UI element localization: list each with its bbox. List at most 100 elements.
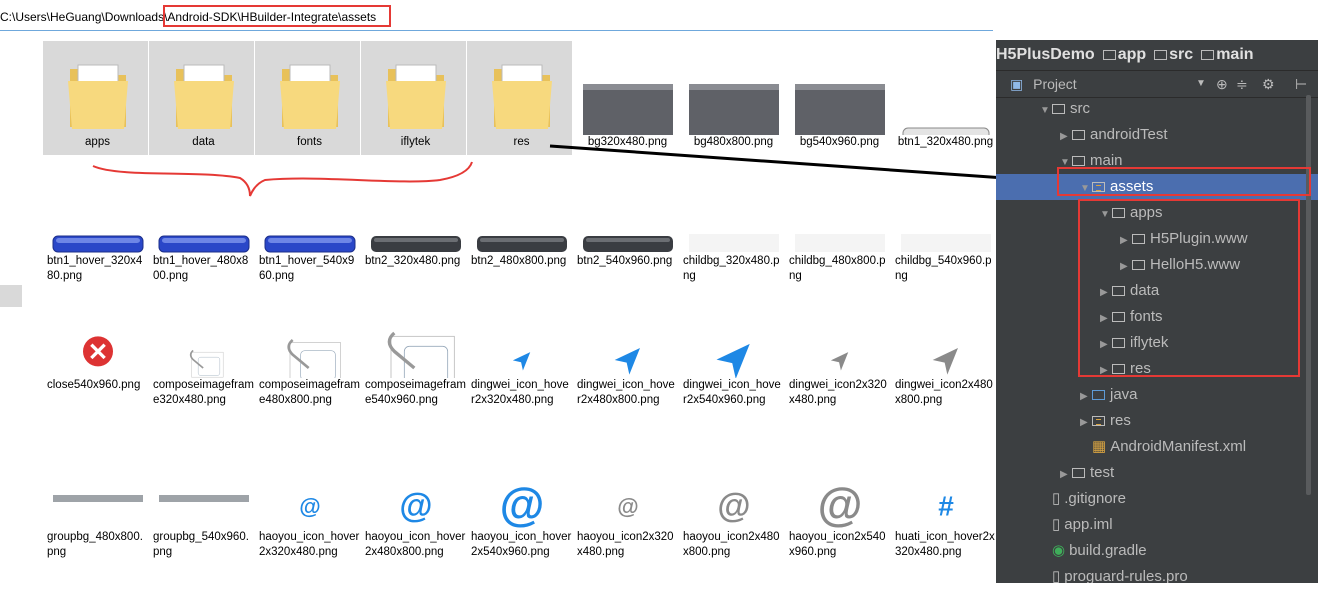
chevron-down-icon[interactable]: ▼ bbox=[1196, 71, 1206, 97]
tree-node[interactable]: ▯ .gitignore bbox=[996, 486, 1318, 512]
svg-text:@: @ bbox=[399, 487, 432, 525]
folder-icon bbox=[1154, 50, 1168, 60]
sync-icon[interactable]: ⊕ bbox=[1216, 71, 1228, 97]
tree-node[interactable]: ▯ app.iml bbox=[996, 512, 1318, 538]
svg-text:@: @ bbox=[817, 478, 862, 530]
file-label: close540x960.png bbox=[47, 379, 141, 391]
collapse-icon[interactable]: ≑ bbox=[1236, 71, 1248, 97]
tree-node[interactable]: ▦ AndroidManifest.xml bbox=[996, 434, 1318, 460]
file-item[interactable]: bg320x480.png bbox=[575, 51, 680, 150]
file-label: btn2_540x960.png bbox=[577, 255, 673, 267]
file-item[interactable]: childbg_320x480.png bbox=[681, 234, 786, 284]
file-item[interactable]: dingwei_icon_hover2x480x800.png bbox=[575, 328, 680, 408]
tree-node[interactable]: ◉ build.gradle bbox=[996, 538, 1318, 564]
image-thumbnail-icon bbox=[575, 234, 680, 254]
file-item[interactable]: @ haoyou_icon_hover2x320x480.png bbox=[257, 476, 362, 560]
file-item[interactable]: groupbg_540x960.png bbox=[151, 476, 256, 560]
file-item[interactable]: composeimageframe480x800.png bbox=[257, 328, 362, 408]
breadcrumb-item[interactable]: H5PlusDemo bbox=[996, 46, 1097, 63]
file-item[interactable]: dingwei_icon2x480x800.png bbox=[893, 328, 998, 408]
image-thumbnail-icon bbox=[151, 476, 256, 530]
collapsed-arrow-icon[interactable]: ▶ bbox=[1060, 462, 1072, 488]
folder-item[interactable]: data bbox=[151, 51, 256, 150]
tree-node-label: app.iml bbox=[1064, 516, 1113, 533]
folder-icon bbox=[151, 51, 256, 135]
image-thumbnail-icon bbox=[469, 328, 574, 378]
svg-text:@: @ bbox=[717, 487, 750, 525]
tree-node[interactable]: ▼ src bbox=[996, 96, 1318, 122]
tree-node[interactable]: ▶ java bbox=[996, 382, 1318, 408]
file-item[interactable]: childbg_540x960.png bbox=[893, 234, 998, 284]
source-folder-icon bbox=[1092, 390, 1105, 400]
tree-node[interactable]: ▶ androidTest bbox=[996, 122, 1318, 148]
file-label: haoyou_icon_hover2x480x800.png bbox=[365, 531, 466, 558]
file-label: groupbg_480x800.png bbox=[47, 531, 143, 558]
image-thumbnail-icon bbox=[893, 234, 998, 254]
image-thumbnail-icon bbox=[681, 51, 786, 135]
file-item[interactable]: dingwei_icon_hover2x540x960.png bbox=[681, 328, 786, 408]
file-item[interactable]: # huati_icon_hover2x320x480.png bbox=[893, 476, 998, 560]
file-item[interactable]: composeimageframe320x480.png bbox=[151, 328, 256, 408]
file-item[interactable]: bg480x800.png bbox=[681, 51, 786, 150]
file-item[interactable]: close540x960.png bbox=[45, 328, 150, 393]
file-item[interactable]: btn2_320x480.png bbox=[363, 234, 468, 269]
folder-item[interactable]: fonts bbox=[257, 51, 362, 150]
file-item[interactable]: composeimageframe540x960.png bbox=[363, 328, 468, 408]
folder-icon bbox=[1201, 50, 1215, 60]
svg-text:@: @ bbox=[499, 478, 544, 530]
gradle-icon: ◉ bbox=[1052, 542, 1066, 559]
folder-item[interactable]: iflytek bbox=[363, 51, 468, 150]
image-thumbnail-icon: @ bbox=[787, 476, 892, 530]
file-label: data bbox=[192, 136, 215, 148]
tree-node[interactable]: ▶ test bbox=[996, 460, 1318, 486]
file-item[interactable]: dingwei_icon2x320x480.png bbox=[787, 328, 892, 408]
image-thumbnail-icon bbox=[363, 234, 468, 254]
image-thumbnail-icon bbox=[151, 234, 256, 254]
file-label: haoyou_icon2x320x480.png bbox=[577, 531, 674, 558]
file-item[interactable]: bg540x960.png bbox=[787, 51, 892, 150]
project-view-select[interactable]: Project bbox=[1033, 76, 1077, 92]
file-item[interactable]: btn2_540x960.png bbox=[575, 234, 680, 269]
hide-panel-icon[interactable]: ⊢ bbox=[1295, 71, 1307, 97]
xml-file-icon: ▦ bbox=[1092, 438, 1107, 455]
file-label: haoyou_icon2x540x960.png bbox=[789, 531, 886, 558]
file-item[interactable]: @ haoyou_icon2x320x480.png bbox=[575, 476, 680, 560]
file-item[interactable]: btn1_320x480.png bbox=[893, 51, 998, 150]
file-item[interactable]: btn2_480x800.png bbox=[469, 234, 574, 269]
folder-item[interactable]: res bbox=[469, 51, 574, 150]
file-label: childbg_480x800.png bbox=[789, 255, 886, 282]
file-label: composeimageframe320x480.png bbox=[153, 379, 254, 406]
file-item[interactable]: @ haoyou_icon_hover2x480x800.png bbox=[363, 476, 468, 560]
file-item[interactable]: @ haoyou_icon2x540x960.png bbox=[787, 476, 892, 560]
expanded-arrow-icon[interactable]: ▼ bbox=[1040, 98, 1052, 124]
tree-node-label: .gitignore bbox=[1064, 490, 1126, 507]
address-bar[interactable]: C:\Users\HeGuang\Downloads\Android-SDK\H… bbox=[0, 5, 993, 27]
folder-icon bbox=[1072, 468, 1085, 478]
gear-icon[interactable]: ⚙ bbox=[1262, 71, 1275, 97]
file-item[interactable]: groupbg_480x800.png bbox=[45, 476, 150, 560]
image-thumbnail-icon bbox=[575, 51, 680, 135]
file-item[interactable]: @ haoyou_icon_hover2x540x960.png bbox=[469, 476, 574, 560]
collapsed-arrow-icon[interactable]: ▶ bbox=[1080, 384, 1092, 410]
tree-node-label: proguard-rules.pro bbox=[1064, 568, 1188, 583]
folder-item[interactable]: apps bbox=[45, 51, 150, 150]
file-item[interactable]: btn1_hover_320x480.png bbox=[45, 234, 150, 284]
assets-children-highlight-box bbox=[1078, 199, 1300, 377]
file-item[interactable]: childbg_480x800.png bbox=[787, 234, 892, 284]
tree-scrollbar[interactable] bbox=[1306, 95, 1311, 495]
file-item[interactable]: dingwei_icon_hover2x320x480.png bbox=[469, 328, 574, 408]
file-label: btn1_hover_320x480.png bbox=[47, 255, 143, 282]
tree-node[interactable]: ▯ proguard-rules.pro bbox=[996, 564, 1318, 583]
breadcrumb-item[interactable]: src bbox=[1150, 46, 1195, 63]
collapsed-arrow-icon[interactable]: ▶ bbox=[1060, 124, 1072, 150]
file-item[interactable]: btn1_hover_480x800.png bbox=[151, 234, 256, 284]
ide-breadcrumb: H5PlusDemo app src main bbox=[996, 40, 1318, 69]
collapsed-arrow-icon[interactable]: ▶ bbox=[1080, 410, 1092, 436]
breadcrumb-item[interactable]: app bbox=[1099, 46, 1148, 63]
file-item[interactable]: @ haoyou_icon2x480x800.png bbox=[681, 476, 786, 560]
svg-text:@: @ bbox=[299, 494, 320, 519]
tree-node[interactable]: ▶ res bbox=[996, 408, 1318, 434]
breadcrumb-label: H5PlusDemo bbox=[996, 46, 1095, 63]
breadcrumb-item[interactable]: main bbox=[1197, 46, 1255, 63]
file-item[interactable]: btn1_hover_540x960.png bbox=[257, 234, 362, 284]
